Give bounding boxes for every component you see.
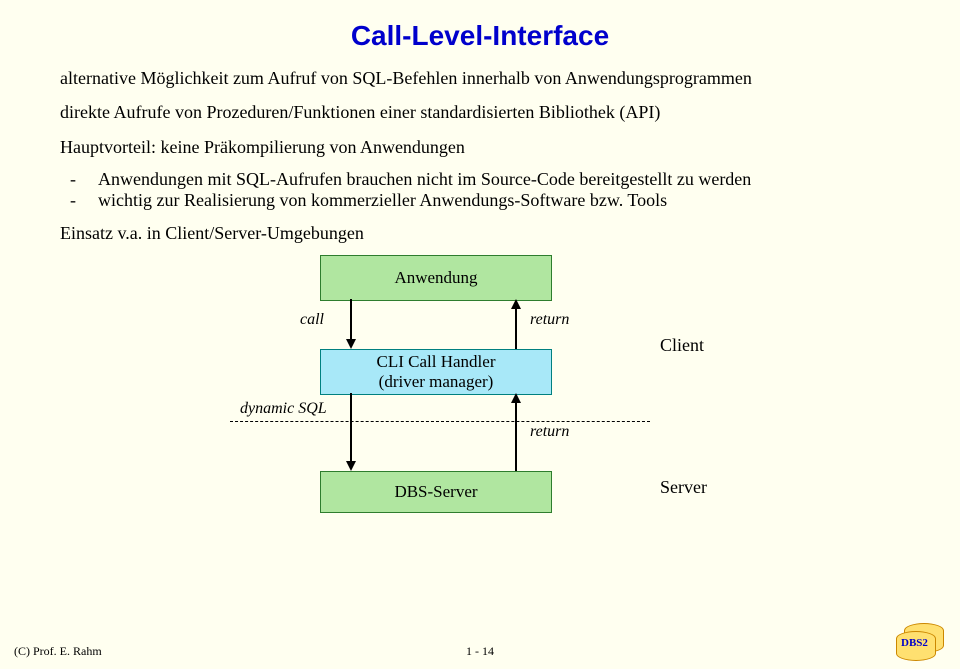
arrow-return2-line xyxy=(515,401,517,471)
sub-bullet-2-text: wichtig zur Realisierung von kommerziell… xyxy=(98,190,900,211)
arrow-return1-head xyxy=(511,299,521,309)
label-dynsql: dynamic SQL xyxy=(240,400,327,418)
label-return1: return xyxy=(530,311,569,329)
arrow-return1-line xyxy=(515,307,517,349)
bullet-dash: - xyxy=(70,190,98,211)
label-call: call xyxy=(300,311,324,329)
cli-handler-line2: (driver manager) xyxy=(379,372,494,392)
sub-bullet-2: - wichtig zur Realisierung von kommerzie… xyxy=(70,190,900,211)
arrow-call-head xyxy=(346,339,356,349)
paragraph-4: Einsatz v.a. in Client/Server-Umgebungen xyxy=(60,221,900,245)
paragraph-2: direkte Aufrufe von Prozeduren/Funktione… xyxy=(60,100,900,124)
db-icon-label: DBS2 xyxy=(901,637,928,649)
sub-bullet-1-text: Anwendungen mit SQL-Aufrufen brauchen ni… xyxy=(98,169,900,190)
arrow-dynsql-line xyxy=(350,393,352,463)
label-client: Client xyxy=(660,335,704,356)
client-server-divider xyxy=(230,421,650,422)
db-icon: DBS2 xyxy=(896,623,944,661)
footer-page-number: 1 - 14 xyxy=(0,644,960,659)
label-return2: return xyxy=(530,423,569,441)
arrow-call-line xyxy=(350,299,352,341)
cli-handler-line1: CLI Call Handler xyxy=(377,352,496,372)
label-server: Server xyxy=(660,477,707,498)
arrow-return2-head xyxy=(511,393,521,403)
bullet-dash: - xyxy=(70,169,98,190)
slide-title: Call-Level-Interface xyxy=(60,20,900,52)
paragraph-3: Hauptvorteil: keine Präkompilierung von … xyxy=(60,135,900,159)
box-anwendung: Anwendung xyxy=(320,255,552,301)
arrow-dynsql-head xyxy=(346,461,356,471)
box-dbs-server: DBS-Server xyxy=(320,471,552,513)
box-cli-handler: CLI Call Handler (driver manager) xyxy=(320,349,552,395)
paragraph-1: alternative Möglichkeit zum Aufruf von S… xyxy=(60,66,900,90)
sub-bullet-1: - Anwendungen mit SQL-Aufrufen brauchen … xyxy=(70,169,900,190)
architecture-diagram: Anwendung CLI Call Handler (driver manag… xyxy=(180,255,780,515)
